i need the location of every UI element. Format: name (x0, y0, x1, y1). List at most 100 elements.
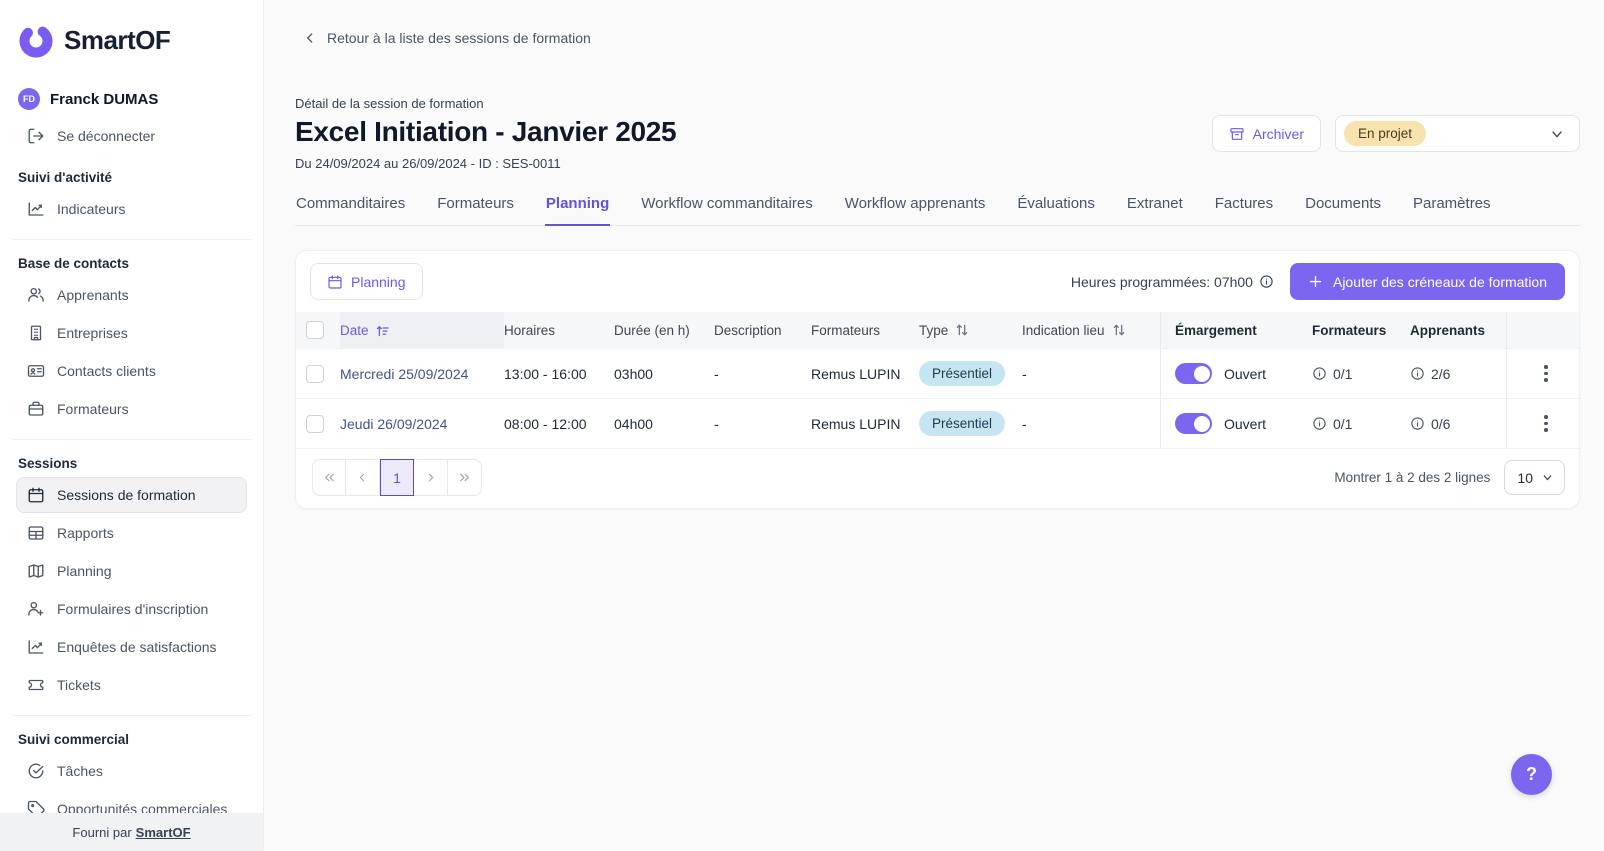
tab-planning[interactable]: Planning (544, 195, 611, 226)
pagination: 1 (312, 459, 482, 496)
tab-factures[interactable]: Factures (1214, 195, 1274, 226)
last-page-button[interactable] (448, 459, 482, 496)
slot-date-link[interactable]: Jeudi 26/09/2024 (340, 416, 447, 432)
chart-line-icon (28, 202, 44, 216)
tab-bar: Commanditaires Formateurs Planning Workf… (295, 195, 1580, 226)
chevrons-left-icon (324, 473, 334, 482)
column-header-emargement: Émargement (1160, 312, 1312, 348)
row-checkbox[interactable] (306, 364, 324, 383)
column-header-horaires: Horaires (504, 322, 556, 338)
planning-view-button[interactable]: Planning (310, 263, 423, 300)
column-header-description: Description (714, 322, 782, 338)
column-header-formateurs-count: Formateurs (1312, 322, 1387, 338)
column-header-apprenants: Apprenants (1410, 322, 1486, 338)
sort-icon (956, 324, 968, 336)
row-menu-button[interactable] (1540, 411, 1552, 436)
brand-name: SmartOF (64, 24, 171, 55)
tab-evaluations[interactable]: Évaluations (1016, 195, 1096, 226)
tab-parametres[interactable]: Paramètres (1412, 195, 1492, 226)
next-page-button[interactable] (414, 459, 448, 496)
sidebar-item-tickets[interactable]: Tickets (16, 667, 247, 703)
main-content: Retour à la liste des sessions de format… (264, 0, 1604, 851)
sidebar-item-rapports[interactable]: Rapports (16, 515, 247, 551)
page-number-button[interactable]: 1 (380, 459, 414, 496)
back-link[interactable]: Retour à la liste des sessions de format… (303, 30, 1580, 46)
plus-icon (1309, 275, 1322, 288)
page-title: Excel Initiation - Janvier 2025 (295, 116, 677, 147)
map-icon (28, 564, 44, 578)
ticket-icon (28, 679, 44, 691)
slot-description: - (714, 365, 719, 382)
table-row: Mercredi 25/09/2024 13:00 - 16:00 03h00 … (296, 348, 1579, 398)
footer-brand-link[interactable]: SmartOF (136, 825, 191, 840)
sidebar-item-contacts-clients[interactable]: Contacts clients (16, 353, 247, 389)
scheduled-hours-label: Heures programmées: 07h00 (1070, 273, 1253, 290)
sidebar-item-sessions-de-formation[interactable]: Sessions de formation (16, 477, 247, 513)
apprenants-count: 2/6 (1410, 349, 1506, 398)
status-badge: En projet (1344, 121, 1427, 146)
emargement-toggle[interactable] (1175, 413, 1212, 434)
tab-workflow-apprenants[interactable]: Workflow apprenants (844, 195, 987, 226)
logout-label: Se déconnecter (57, 128, 156, 144)
brand-logo[interactable]: SmartOF (18, 22, 247, 58)
building-icon (30, 325, 42, 341)
session-dates-id: Du 24/09/2024 au 26/09/2024 - ID : SES-0… (295, 156, 561, 171)
tab-documents[interactable]: Documents (1304, 195, 1382, 226)
column-header-date[interactable]: Date (340, 312, 504, 348)
sidebar-item-planning[interactable]: Planning (16, 553, 247, 589)
sidebar-item-enquetes-satisfactions[interactable]: Enquêtes de satisfactions (16, 629, 247, 665)
sort-icon (1113, 324, 1124, 336)
type-badge: Présentiel (919, 361, 1006, 386)
slot-horaires: 08:00 - 12:00 (504, 415, 587, 432)
previous-page-button[interactable] (346, 459, 380, 496)
slot-formateurs: Remus LUPIN (811, 365, 901, 382)
tab-workflow-commanditaires[interactable]: Workflow commanditaires (640, 195, 813, 226)
table-row: Jeudi 26/09/2024 08:00 - 12:00 04h00 - R… (296, 398, 1579, 448)
column-header-indication-lieu[interactable]: Indication lieu (1022, 312, 1160, 348)
section-suivi-commercial: Suivi commercial (18, 732, 130, 747)
status-dropdown[interactable]: En projet (1335, 115, 1580, 152)
slot-date-link[interactable]: Mercredi 25/09/2024 (340, 366, 468, 382)
table-icon (28, 526, 44, 540)
tab-extranet[interactable]: Extranet (1126, 195, 1184, 226)
section-base-contacts: Base de contacts (18, 256, 130, 271)
sidebar-item-label: Rapports (57, 525, 114, 541)
help-button[interactable]: ? (1511, 754, 1552, 795)
sidebar-item-formulaires-inscription[interactable]: Formulaires d'inscription (16, 591, 247, 627)
info-icon[interactable] (1259, 274, 1274, 289)
emargement-toggle[interactable] (1175, 363, 1212, 384)
first-page-button[interactable] (312, 459, 346, 496)
smartof-logo-icon (19, 24, 53, 58)
page-eyebrow: Détail de la session de formation (295, 96, 484, 111)
page-size-select[interactable]: 10 (1504, 460, 1565, 495)
sidebar-item-entreprises[interactable]: Entreprises (16, 315, 247, 351)
rows-summary: Montrer 1 à 2 des 2 lignes (1334, 470, 1491, 485)
info-icon (1313, 417, 1326, 430)
tab-commanditaires[interactable]: Commanditaires (295, 195, 406, 226)
chevron-right-icon (428, 473, 434, 482)
chevron-left-icon (359, 473, 365, 482)
tab-formateurs[interactable]: Formateurs (436, 195, 515, 226)
sort-ascending-icon (376, 325, 389, 336)
row-menu-button[interactable] (1540, 361, 1552, 386)
select-all-checkbox[interactable] (306, 321, 324, 339)
sidebar-item-apprenants[interactable]: Apprenants (16, 277, 247, 313)
slot-duree: 03h00 (614, 365, 653, 382)
sidebar-item-label: Indicateurs (57, 201, 126, 217)
info-icon (1411, 367, 1424, 380)
row-checkbox[interactable] (306, 414, 324, 433)
archive-button[interactable]: Archiver (1211, 115, 1321, 152)
sidebar-item-label: Enquêtes de satisfactions (57, 639, 217, 655)
sidebar-item-formateurs[interactable]: Formateurs (16, 391, 247, 427)
logout-button[interactable]: Se déconnecter (16, 118, 247, 154)
sidebar: SmartOF FD Franck DUMAS Se déconnecter S… (0, 0, 264, 851)
sidebar-item-taches[interactable]: Tâches (16, 753, 247, 789)
sidebar-item-indicateurs[interactable]: Indicateurs (16, 191, 247, 227)
sidebar-item-label: Sessions de formation (57, 487, 196, 503)
logout-icon (28, 128, 44, 144)
sidebar-footer: Fourni par SmartOF (0, 813, 263, 851)
column-header-type[interactable]: Type (919, 312, 1022, 348)
apprenants-count: 0/6 (1410, 399, 1506, 448)
add-slots-button[interactable]: Ajouter des créneaux de formation (1289, 263, 1565, 300)
user-profile[interactable]: FD Franck DUMAS (18, 88, 247, 110)
